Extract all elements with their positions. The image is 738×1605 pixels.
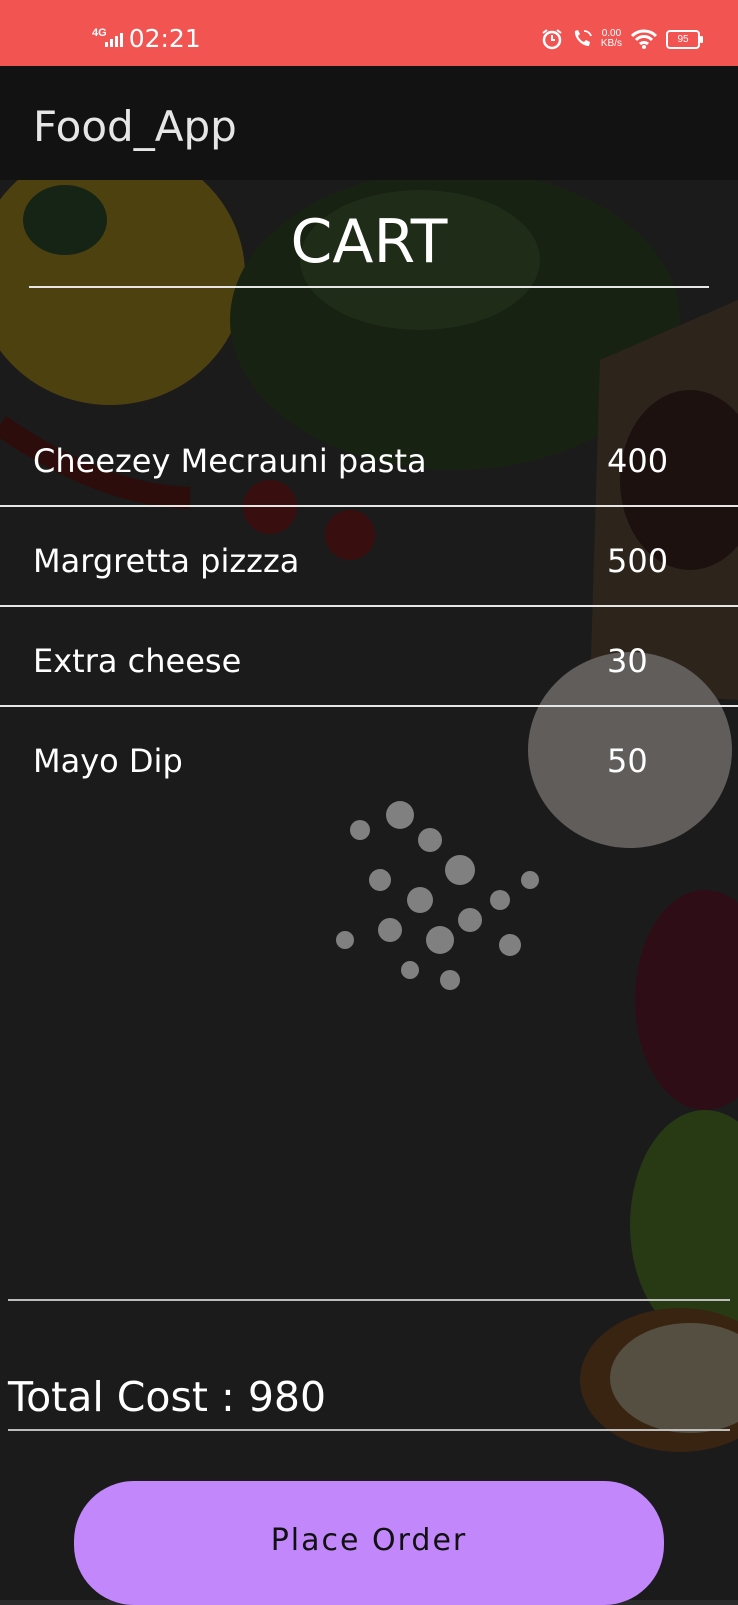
item-price: 500 xyxy=(607,542,669,580)
item-name: Margretta pizzza xyxy=(33,542,300,580)
place-order-button[interactable]: Place Order xyxy=(74,1481,664,1605)
item-price: 30 xyxy=(607,642,648,680)
total-underline xyxy=(8,1429,730,1431)
wifi-icon xyxy=(630,29,658,49)
item-name: Cheezey Mecrauni pasta xyxy=(33,442,427,480)
title-divider xyxy=(29,286,709,288)
clock: 02:21 xyxy=(128,24,201,53)
status-bar: 4G 02:21 0.00 KB/s 95 xyxy=(0,0,738,66)
network-type: 4G xyxy=(92,26,107,39)
speed-indicator: 0.00 KB/s xyxy=(601,29,622,49)
place-order-label: Place Order xyxy=(270,1523,468,1558)
status-left: 4G 02:21 xyxy=(92,24,201,53)
item-price: 50 xyxy=(607,742,648,780)
item-name: Mayo Dip xyxy=(33,742,183,780)
total-cost: Total Cost : 980 xyxy=(8,1373,327,1421)
app-title: Food_App xyxy=(33,102,237,151)
cart-title: CART xyxy=(290,207,448,277)
speed-unit: KB/s xyxy=(600,38,622,49)
app-bar: Food_App xyxy=(0,66,738,180)
signal-icon xyxy=(104,31,123,47)
item-price: 400 xyxy=(607,442,669,480)
total-top-divider xyxy=(8,1299,730,1301)
cart-item: Mayo Dip 50 xyxy=(0,707,738,807)
cart-item: Extra cheese 30 xyxy=(0,607,738,707)
cart-item: Margretta pizzza 500 xyxy=(0,507,738,607)
status-right: 0.00 KB/s 95 xyxy=(541,28,703,50)
wifi-call-icon xyxy=(574,30,592,46)
item-name: Extra cheese xyxy=(33,642,242,680)
cart-item: Cheezey Mecrauni pasta 400 xyxy=(0,407,738,507)
alarm-icon xyxy=(542,29,562,50)
battery-icon: 95 xyxy=(666,29,703,49)
